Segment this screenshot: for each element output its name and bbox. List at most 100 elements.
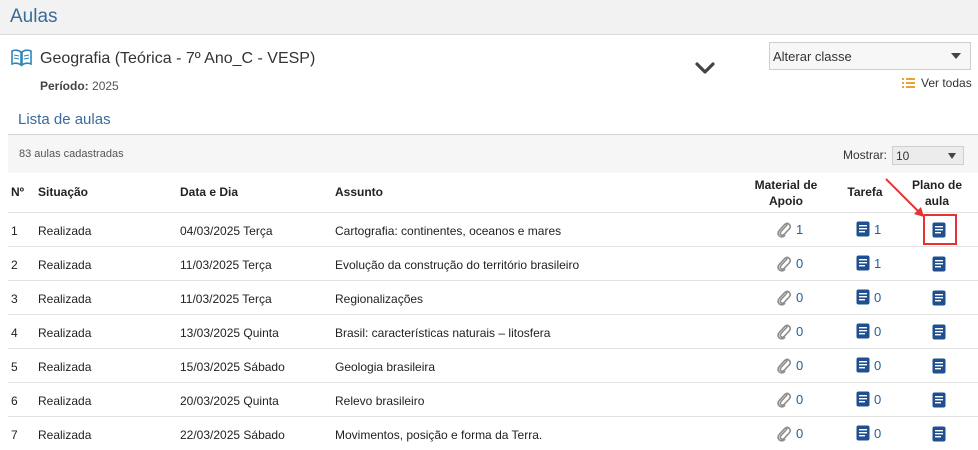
table-row: 6 Realizada 20/03/2025 Quinta Relevo brasil…	[8, 382, 978, 416]
caret-down-icon	[948, 153, 956, 159]
document-icon	[932, 358, 946, 374]
material-apoio-button[interactable]: 0	[776, 357, 803, 374]
mostrar-label: Mostrar:	[843, 148, 888, 162]
list-info-bar	[8, 135, 978, 173]
material-count: 0	[796, 426, 804, 441]
header-material-line2: Apoio	[769, 194, 803, 208]
row-assunto: Brasil: características naturais – litos…	[335, 326, 551, 340]
document-icon	[856, 391, 870, 407]
tarefa-button[interactable]: 0	[856, 289, 881, 305]
tarefa-count: 0	[874, 289, 882, 305]
plano-aula-button[interactable]	[932, 426, 946, 445]
row-data: 11/03/2025 Terça	[180, 258, 272, 272]
page-title: Aulas	[10, 6, 58, 27]
row-num: 5	[11, 360, 18, 374]
row-assunto: Relevo brasileiro	[335, 394, 425, 408]
ver-todas-label: Ver todas	[921, 76, 972, 90]
paperclip-icon	[777, 358, 792, 374]
paperclip-icon	[777, 324, 792, 340]
tarefa-count: 1	[874, 255, 882, 271]
tarefa-count: 0	[874, 323, 882, 339]
row-data: 22/03/2025 Sábado	[180, 428, 285, 442]
material-count: 0	[796, 290, 804, 305]
table-row: 3 Realizada 11/03/2025 Terça Regionalizaçõe…	[8, 280, 978, 314]
tarefa-button[interactable]: 0	[856, 323, 881, 339]
row-num: 3	[11, 292, 18, 306]
list-icon	[902, 78, 915, 88]
plano-aula-button[interactable]	[932, 290, 946, 309]
periodo-label: Período:	[40, 79, 89, 93]
document-icon	[932, 256, 946, 272]
row-num: 2	[11, 258, 18, 272]
periodo-value: 2025	[92, 79, 119, 93]
tarefa-button[interactable]: 0	[856, 357, 881, 373]
lista-title: Lista de aulas	[18, 111, 111, 128]
row-data: 04/03/2025 Terça	[180, 224, 273, 238]
row-data: 20/03/2025 Quinta	[180, 394, 279, 408]
header-num: Nº	[11, 185, 25, 199]
material-count: 0	[796, 324, 804, 339]
class-select[interactable]: Alterar classe	[769, 42, 971, 70]
plano-aula-button[interactable]	[932, 392, 946, 411]
tarefa-count: 1	[874, 221, 882, 237]
row-num: 4	[11, 326, 18, 340]
row-assunto: Movimentos, posição e forma da Terra.	[335, 428, 543, 442]
row-assunto: Evolução da construção do território bra…	[335, 258, 580, 272]
tarefa-button[interactable]: 1	[856, 255, 881, 271]
table-row: 1 Realizada 04/03/2025 Terça Cartografia: c…	[8, 212, 978, 246]
row-data: 11/03/2025 Terça	[180, 292, 272, 306]
row-situacao: Realizada	[38, 224, 92, 238]
row-situacao: Realizada	[38, 428, 92, 442]
tarefa-count: 0	[874, 391, 882, 407]
table-row: 4 Realizada 13/03/2025 Quinta Brasil: carac…	[8, 314, 978, 348]
paperclip-icon	[777, 392, 792, 408]
open-book-icon	[11, 49, 32, 67]
material-apoio-button[interactable]: 0	[776, 255, 803, 272]
material-apoio-button[interactable]: 0	[776, 323, 803, 340]
table-row: 2 Realizada 11/03/2025 Terça Evolução da co…	[8, 246, 978, 280]
paperclip-icon	[777, 222, 792, 238]
header-data: Data e Dia	[180, 185, 239, 199]
row-data: 15/03/2025 Sábado	[180, 360, 285, 374]
tarefa-button[interactable]: 0	[856, 425, 881, 441]
page-size-select[interactable]: 10	[892, 146, 964, 165]
header-material-line1: Material de	[754, 178, 818, 192]
document-icon	[932, 324, 946, 340]
lesson-count: 83 aulas cadastradas	[19, 148, 124, 160]
ver-todas-link[interactable]: Ver todas	[902, 76, 972, 90]
row-situacao: Realizada	[38, 394, 92, 408]
material-apoio-button[interactable]: 1	[776, 221, 803, 238]
material-apoio-button[interactable]: 0	[776, 425, 803, 442]
table-row: 5 Realizada 15/03/2025 Sábado Geologia bras…	[8, 348, 978, 382]
row-situacao: Realizada	[38, 292, 92, 306]
tarefa-button[interactable]: 0	[856, 391, 881, 407]
document-icon	[856, 357, 870, 373]
paperclip-icon	[777, 256, 792, 272]
material-apoio-button[interactable]: 0	[776, 391, 803, 408]
tarefa-button[interactable]: 1	[856, 221, 881, 237]
plano-aula-button[interactable]	[932, 324, 946, 343]
document-icon	[856, 221, 870, 237]
row-situacao: Realizada	[38, 360, 92, 374]
material-count: 0	[796, 256, 804, 271]
chevron-down-icon[interactable]	[694, 60, 716, 76]
class-title: Geografia (Teórica - 7º Ano_C - VESP)	[40, 50, 316, 67]
row-assunto: Geologia brasileira	[335, 360, 436, 374]
page-size-value: 10	[896, 149, 910, 163]
highlight-box-annotation	[923, 214, 957, 245]
table-row: 7 Realizada 22/03/2025 Sábado Movimentos, p…	[8, 416, 978, 450]
material-count: 0	[796, 392, 804, 407]
document-icon	[856, 255, 870, 271]
header-situacao: Situação	[38, 185, 89, 199]
header-assunto: Assunto	[335, 185, 383, 199]
material-count: 0	[796, 358, 804, 373]
document-icon	[932, 392, 946, 408]
plano-aula-button[interactable]	[932, 256, 946, 275]
row-num: 6	[11, 394, 18, 408]
caret-down-icon	[951, 53, 961, 59]
material-apoio-button[interactable]: 0	[776, 289, 803, 306]
plano-aula-button[interactable]	[932, 358, 946, 377]
class-select-value: Alterar classe	[773, 49, 852, 64]
tarefa-count: 0	[874, 425, 882, 441]
row-assunto: Regionalizações	[335, 292, 424, 306]
